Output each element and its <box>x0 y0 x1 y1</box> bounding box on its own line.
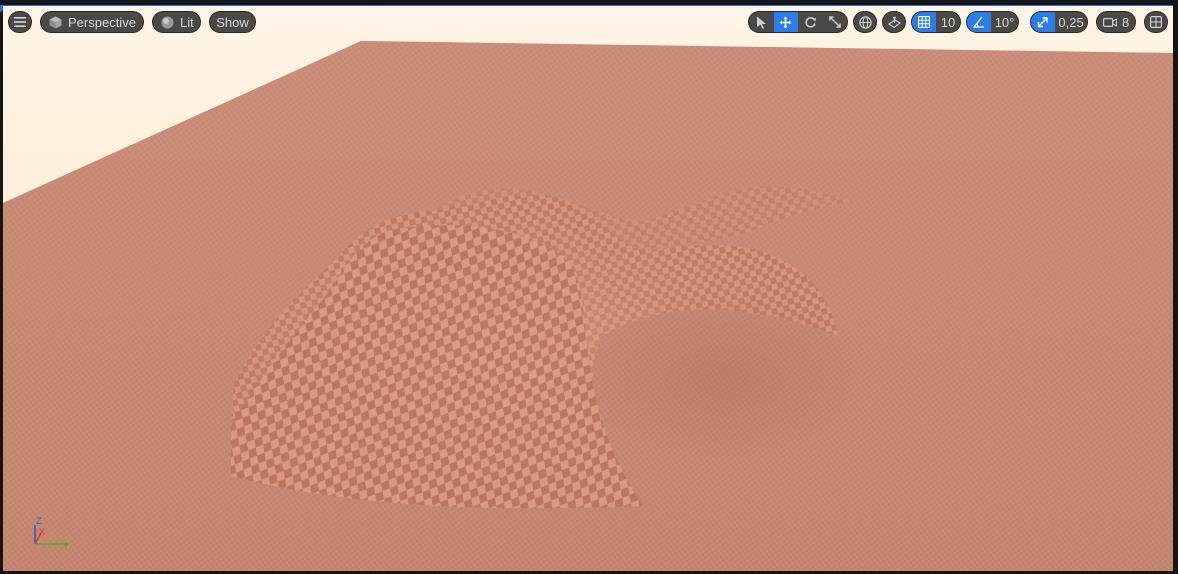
surface-snap-icon <box>887 16 901 29</box>
rotation-snap-group: 10° <box>966 11 1019 33</box>
scale-tool-button[interactable] <box>823 12 848 32</box>
level-viewport[interactable]: Perspective Lit Show 10 10° 0,25 8 Z X Y <box>3 5 1173 571</box>
rotation-snap-toggle[interactable] <box>967 12 992 32</box>
lighting-mode-dropdown[interactable]: Lit <box>152 11 201 33</box>
grid-snap-group: 10 <box>911 11 961 33</box>
select-tool-button[interactable] <box>749 12 774 32</box>
translate-icon <box>779 16 792 29</box>
lit-sphere-icon <box>161 16 174 29</box>
select-arrow-icon <box>756 16 767 29</box>
camera-speed-button[interactable]: 8 <box>1096 11 1136 33</box>
grid-icon <box>918 16 930 28</box>
transform-tools-group <box>748 11 848 33</box>
axis-z-label: Z <box>36 516 42 526</box>
show-dropdown[interactable]: Show <box>209 11 256 33</box>
show-label: Show <box>216 14 249 30</box>
scale-snap-toggle[interactable] <box>1031 12 1056 32</box>
rotation-snap-value[interactable]: 10° <box>991 12 1018 32</box>
world-local-toggle[interactable] <box>853 11 877 33</box>
grid-snap-value[interactable]: 10 <box>936 12 960 32</box>
cube-icon <box>49 16 62 29</box>
axis-y-label: Y <box>63 542 69 551</box>
lighting-mode-label: Lit <box>180 14 194 30</box>
rotate-tool-button[interactable] <box>798 12 823 32</box>
axis-x-label: X <box>39 527 45 537</box>
translate-tool-button[interactable] <box>773 12 798 32</box>
scale-icon <box>829 16 841 28</box>
scale-snap-value[interactable]: 0,25 <box>1055 12 1087 32</box>
viewport-layout-button[interactable] <box>1144 11 1168 33</box>
viewport-menu-button[interactable] <box>8 11 32 33</box>
hamburger-menu-icon <box>14 17 26 27</box>
camera-speed-value: 8 <box>1122 14 1130 30</box>
view-mode-dropdown[interactable]: Perspective <box>40 11 144 33</box>
surface-snap-button[interactable] <box>882 11 906 33</box>
scale-arrow-icon <box>1037 16 1049 28</box>
editor-frame: Perspective Lit Show 10 10° 0,25 8 Z X Y <box>0 0 1178 574</box>
grid-snap-toggle[interactable] <box>912 12 936 32</box>
rotate-icon <box>804 16 817 29</box>
view-mode-label: Perspective <box>68 14 136 30</box>
viewport-layout-icon <box>1150 16 1162 28</box>
scale-snap-group: 0,25 <box>1030 11 1088 33</box>
axis-gizmo: Z X Y <box>34 516 69 551</box>
camera-icon <box>1103 17 1117 28</box>
angle-icon <box>973 16 985 28</box>
viewport-scene[interactable] <box>3 6 1173 571</box>
globe-icon <box>858 15 872 29</box>
